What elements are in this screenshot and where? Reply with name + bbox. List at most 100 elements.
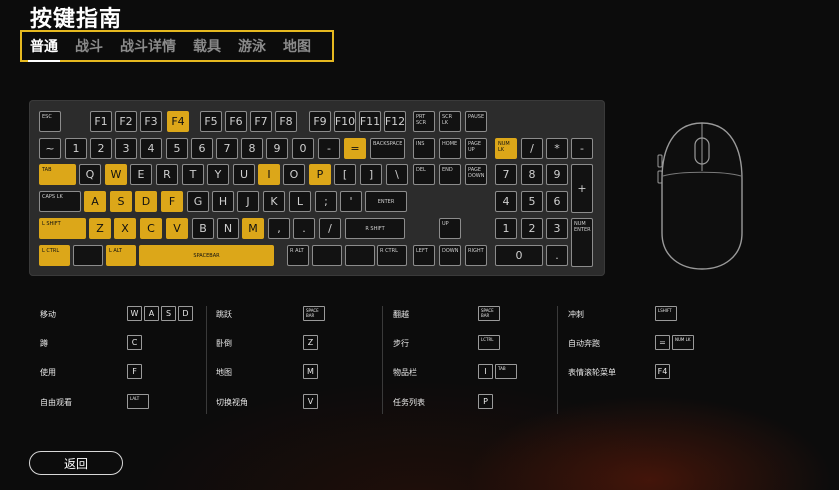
key-q: Q	[79, 164, 101, 185]
key-blank	[345, 245, 375, 266]
key-f1: F1	[90, 111, 112, 132]
key-f4: F4	[167, 111, 189, 132]
key-7: 7	[495, 164, 517, 185]
key-f9: F9	[309, 111, 331, 132]
key-4: 4	[495, 191, 517, 212]
key-prt-scr: PRT SCR	[413, 111, 435, 132]
key-g: G	[187, 191, 209, 212]
binding-key: P	[478, 394, 493, 409]
binding-label: 使用	[40, 368, 56, 377]
binding-key: M	[303, 364, 318, 379]
key-,: ,	[268, 218, 290, 239]
key-h: H	[212, 191, 234, 212]
key-r-ctrl: R CTRL	[377, 245, 407, 266]
tab-3[interactable]: 载具	[193, 36, 221, 56]
binding-label: 任务列表	[393, 398, 425, 407]
binding-key: Z	[303, 335, 318, 350]
key-8: 8	[521, 164, 543, 185]
binding-label: 自由观看	[40, 398, 72, 407]
binding-label: 地图	[216, 368, 232, 377]
key-~: ~	[39, 138, 61, 159]
key-blank	[73, 245, 103, 266]
key-*: *	[546, 138, 568, 159]
key-up: UP	[439, 218, 461, 239]
tab-2[interactable]: 战斗详情	[120, 36, 176, 56]
tab-1[interactable]: 战斗	[75, 36, 103, 56]
key--: -	[571, 138, 593, 159]
binding-key: LALT	[127, 394, 149, 409]
key-r-alt: R ALT	[287, 245, 309, 266]
key-left: LEFT	[413, 245, 435, 266]
key-d: D	[135, 191, 157, 212]
key-1: 1	[65, 138, 87, 159]
key-3: 3	[546, 218, 568, 239]
key-7: 7	[216, 138, 238, 159]
key-r: R	[156, 164, 178, 185]
binding-label: 卧倒	[216, 339, 232, 348]
key-9: 9	[546, 164, 568, 185]
key-k: K	[263, 191, 285, 212]
key-j: J	[237, 191, 259, 212]
key-w: W	[105, 164, 127, 185]
binding-label: 表情滚轮菜单	[568, 368, 616, 377]
binding-key: =	[655, 335, 670, 350]
key-9: 9	[266, 138, 288, 159]
key-f5: F5	[200, 111, 222, 132]
key-4: 4	[140, 138, 162, 159]
key-5: 5	[166, 138, 188, 159]
key-f: F	[161, 191, 183, 212]
binding-key: S	[161, 306, 176, 321]
key-f3: F3	[140, 111, 162, 132]
key-0: 0	[292, 138, 314, 159]
key-/: /	[319, 218, 341, 239]
binding-label: 冲刺	[568, 310, 584, 319]
key-]: ]	[360, 164, 382, 185]
key-y: Y	[207, 164, 229, 185]
binding-label: 切换视角	[216, 398, 248, 407]
binding-label: 物品栏	[393, 368, 417, 377]
key-;: ;	[315, 191, 337, 212]
key-6: 6	[546, 191, 568, 212]
key-3: 3	[115, 138, 137, 159]
key-p: P	[309, 164, 331, 185]
key-0: 0	[495, 245, 543, 266]
tab-0[interactable]: 普通	[28, 36, 60, 62]
tab-bar: 普通 战斗 战斗详情 载具 游泳 地图	[20, 30, 334, 62]
key-l-alt: L ALT	[106, 245, 136, 266]
key--: -	[318, 138, 340, 159]
binding-key: I	[478, 364, 493, 379]
key-f12: F12	[384, 111, 406, 132]
key-home: HOME	[439, 138, 461, 159]
binding-key: A	[144, 306, 159, 321]
tab-4[interactable]: 游泳	[238, 36, 266, 56]
key-2: 2	[90, 138, 112, 159]
key-esc: ESC	[39, 111, 61, 132]
binding-label: 移动	[40, 310, 56, 319]
tab-5[interactable]: 地图	[283, 36, 311, 56]
binding-key: V	[303, 394, 318, 409]
page-title: 按键指南	[30, 7, 123, 32]
key-page-down: PAGE DOWN	[465, 164, 487, 185]
binding-label: 蹲	[40, 339, 48, 348]
binding-key: NUM LK	[672, 335, 694, 350]
key-l: L	[289, 191, 311, 212]
key-scr-lk: SCR LK	[439, 111, 461, 132]
back-button[interactable]: 返回	[29, 451, 123, 475]
key-del: DEL	[413, 164, 435, 185]
divider	[382, 306, 383, 414]
binding-key: SPACE BAR	[478, 306, 500, 321]
key-o: O	[283, 164, 305, 185]
key-\: \	[386, 164, 408, 185]
key-enter: ENTER	[365, 191, 407, 212]
key-spacebar: SPACEBAR	[139, 245, 274, 266]
key-end: END	[439, 164, 461, 185]
key-c: C	[140, 218, 162, 239]
key-': '	[340, 191, 362, 212]
divider	[557, 306, 558, 414]
key-b: B	[192, 218, 214, 239]
key-6: 6	[191, 138, 213, 159]
binding-key: C	[127, 335, 142, 350]
binding-key: LCTRL	[478, 335, 500, 350]
key-[: [	[334, 164, 356, 185]
key-f7: F7	[250, 111, 272, 132]
